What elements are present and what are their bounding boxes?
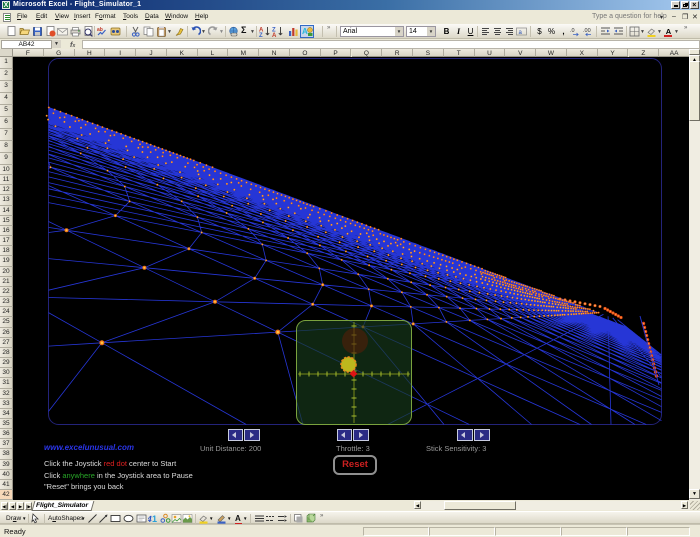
svg-text:1: 1 xyxy=(152,514,157,524)
